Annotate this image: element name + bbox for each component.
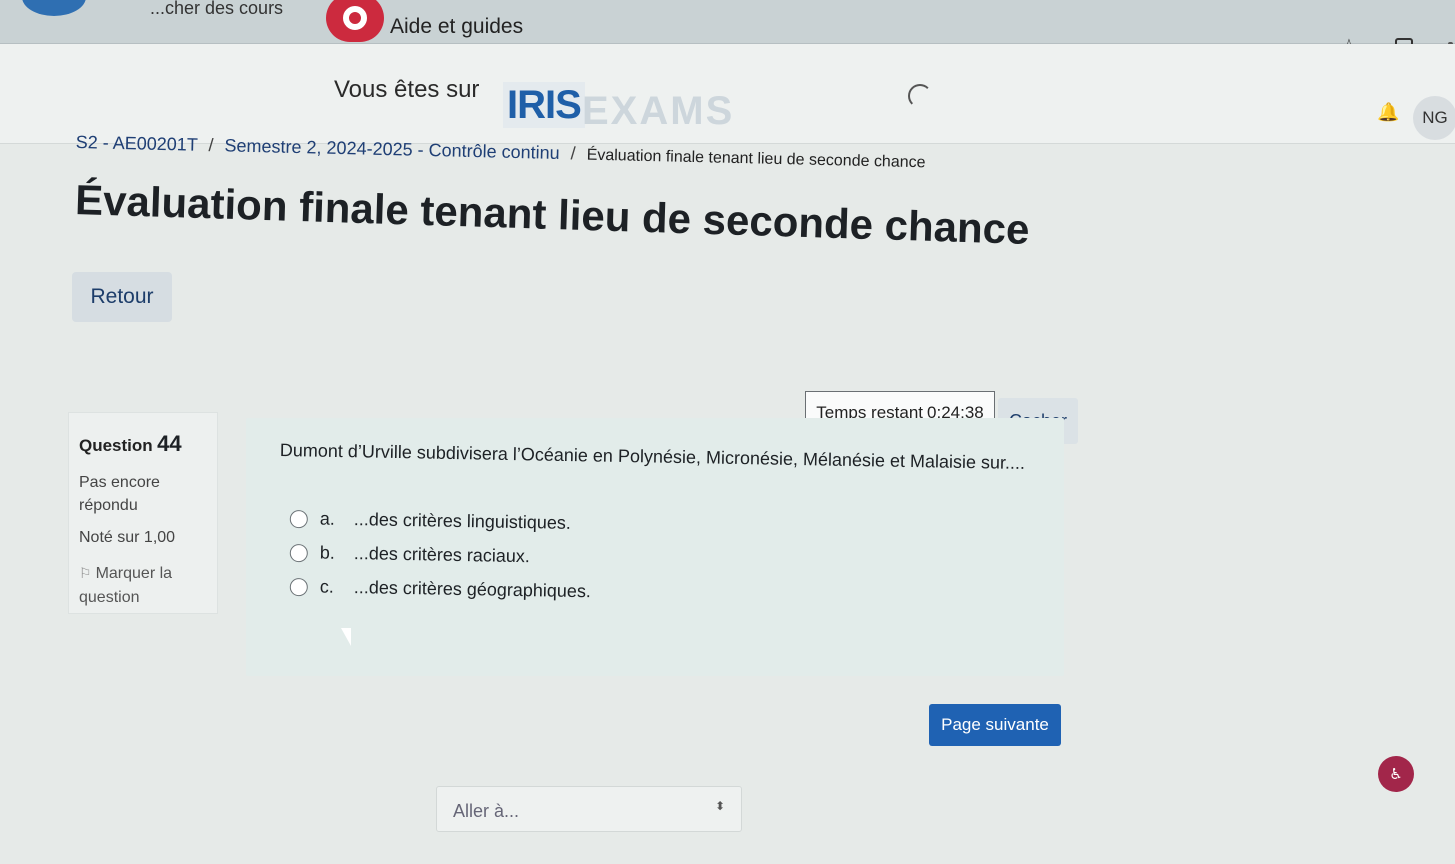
jump-to-select[interactable]: Aller à... ⬍ <box>436 786 742 832</box>
select-chevron-icon: ⬍ <box>714 799 725 813</box>
site-prefix-text: Vous êtes sur <box>334 76 480 103</box>
user-avatar[interactable]: NG <box>1413 96 1455 140</box>
flag-icon: ⚐ <box>79 565 92 581</box>
loading-arc-icon <box>908 84 932 108</box>
question-state: Pas encore répondu <box>79 474 160 514</box>
breadcrumb-separator: / <box>208 135 214 156</box>
flag-question-link[interactable]: ⚐ Marquer la question <box>79 561 207 610</box>
help-guides-link[interactable]: Aide et guides <box>390 15 523 39</box>
question-grade: Noté sur 1,00 <box>79 529 176 546</box>
answer-text: ...des critères géographiques. <box>353 577 592 602</box>
breadcrumb-separator: / <box>570 143 576 164</box>
question-heading: Question 44 <box>79 431 207 457</box>
answer-text: ...des critères raciaux. <box>353 543 531 567</box>
logo-exams[interactable]: EXAMS <box>582 88 734 134</box>
accessibility-icon[interactable]: ♿ <box>1378 756 1414 792</box>
page: ...cher des cours Aide et guides ☆ Vous … <box>0 0 1455 864</box>
answer-letter: a. <box>319 508 336 529</box>
breadcrumb-current[interactable]: Évaluation finale tenant lieu de seconde… <box>586 147 925 172</box>
browser-chrome: ...cher des cours Aide et guides ☆ <box>0 0 1455 64</box>
flag-question-label: Marquer la question <box>79 565 173 606</box>
answer-letter: b. <box>319 542 336 563</box>
radio-button[interactable] <box>289 577 308 596</box>
question-number-label: Question <box>79 436 153 455</box>
radio-button[interactable] <box>289 543 308 562</box>
breadcrumb-course[interactable]: S2 - AE00201T <box>76 132 198 155</box>
courses-link[interactable]: ...cher des cours <box>150 0 283 19</box>
jump-to-placeholder: Aller à... <box>453 801 520 821</box>
site-menu-icon[interactable] <box>22 0 86 16</box>
mouse-cursor-icon <box>341 628 351 646</box>
answer-letter: c. <box>319 576 335 597</box>
page-title: Évaluation finale tenant lieu de seconde… <box>74 176 1031 253</box>
logo-iris[interactable]: IRIS <box>503 82 585 128</box>
answer-text: ...des critères linguistiques. <box>353 509 572 533</box>
next-page-button[interactable]: Page suivante <box>929 704 1061 746</box>
notification-bell-icon[interactable]: 🔔 <box>1377 102 1399 123</box>
help-lifebuoy-icon[interactable] <box>326 0 384 42</box>
question-info-panel: Question 44 Pas encore répondu Noté sur … <box>68 412 218 614</box>
question-number: 44 <box>157 431 182 456</box>
radio-button[interactable] <box>289 509 308 528</box>
answer-option-b[interactable]: b. ...des critères raciaux. <box>289 542 531 567</box>
back-button[interactable]: Retour <box>72 272 172 322</box>
